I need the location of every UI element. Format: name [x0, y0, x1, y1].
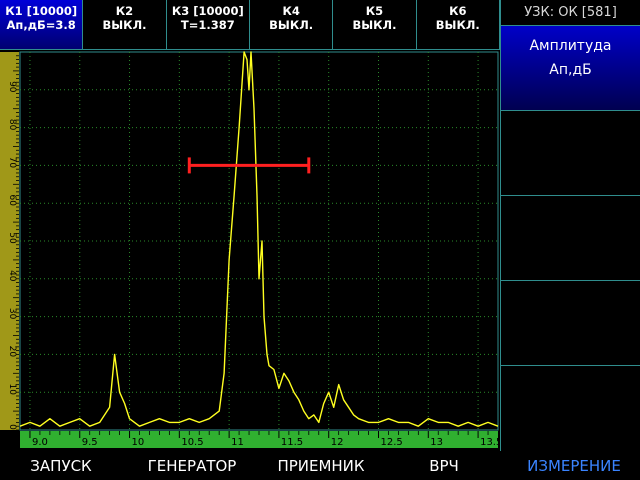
y-tick-label: 90: [7, 81, 17, 93]
x-tick-label: 11.5: [281, 437, 303, 448]
y-tick-label: 0: [7, 424, 17, 430]
param-unit: Ап,дБ: [549, 62, 592, 78]
menu-receiver[interactable]: ПРИЕМНИК: [262, 452, 380, 480]
channel-name: К2: [115, 4, 134, 18]
y-tick-label: 60: [7, 194, 17, 206]
y-tick-label: 80: [7, 119, 17, 131]
channel-value: ВЫКЛ.: [352, 18, 397, 32]
channel-tab-k2[interactable]: К2 ВЫКЛ.: [83, 0, 167, 49]
channel-value: T=1.387: [180, 18, 235, 32]
y-tick-label: 20: [7, 346, 17, 358]
channel-value: ВЫКЛ.: [435, 18, 480, 32]
channel-value: ВЫКЛ.: [102, 18, 147, 32]
channel-name: К1 [10000]: [5, 4, 78, 18]
channel-tabs: К1 [10000] Ап,дБ=3.8 К2 ВЫКЛ. К3 [10000] T=…: [0, 0, 500, 50]
channel-tab-k5[interactable]: К5 ВЫКЛ.: [333, 0, 417, 49]
x-tick-label: 13: [430, 437, 443, 448]
y-tick-label: 10: [7, 383, 17, 395]
right-panel: УЗК: ОК [581] Амплитуда Ап,дБ: [500, 0, 640, 451]
ultrasound-status: УЗК: ОК [581]: [501, 0, 640, 26]
bottom-menu: ЗАПУСК ГЕНЕРАТОР ПРИЕМНИК ВРЧ ИЗМЕРЕНИЕ: [0, 452, 640, 480]
y-tick-label: 70: [7, 157, 17, 169]
param-title: Амплитуда: [529, 38, 612, 54]
y-tick-label: 30: [7, 308, 17, 320]
x-tick-label: 12.5: [381, 437, 403, 448]
menu-start[interactable]: ЗАПУСК: [0, 452, 122, 480]
channel-tab-k6[interactable]: К6 ВЫКЛ.: [417, 0, 500, 49]
channel-value: ВЫКЛ.: [269, 18, 314, 32]
panel-slot-4[interactable]: [501, 281, 640, 366]
y-tick-label: 50: [7, 232, 17, 244]
x-tick-label: 12: [331, 437, 344, 448]
amplitude-param-button[interactable]: Амплитуда Ап,дБ: [501, 26, 640, 111]
channel-name: К6: [449, 4, 467, 18]
channel-tab-k1[interactable]: К1 [10000] Ап,дБ=3.8: [0, 0, 84, 49]
menu-tcg[interactable]: ВРЧ: [380, 452, 508, 480]
a-scan-svg: 0 10 20 30 40 50 60 70 80 90 9.0 9.5 10 10.5 11 11.5 12 1…: [0, 51, 500, 448]
panel-slot-3[interactable]: [501, 196, 640, 281]
x-tick-label: 9.5: [82, 437, 98, 448]
channel-name: К5: [365, 4, 384, 18]
channel-name: К4: [282, 4, 300, 18]
channel-value: Ап,дБ=3.8: [6, 18, 76, 32]
a-scan-plot[interactable]: 0 10 20 30 40 50 60 70 80 90 9.0 9.5 10 10.5 11 11.5 12 1…: [0, 50, 500, 451]
menu-measurement[interactable]: ИЗМЕРЕНИЕ: [508, 452, 640, 480]
channel-tab-k3[interactable]: К3 [10000] T=1.387: [167, 0, 250, 49]
x-tick-label: 10: [132, 437, 145, 448]
x-tick-label: 11: [231, 437, 244, 448]
y-tick-label: 40: [7, 270, 17, 282]
plot-frame: [19, 51, 499, 431]
x-tick-label: 13.5: [480, 437, 500, 448]
x-tick-label: 9.0: [32, 437, 48, 448]
panel-slot-2[interactable]: [501, 111, 640, 196]
menu-generator[interactable]: ГЕНЕРАТОР: [122, 452, 262, 480]
channel-name: К3 [10000]: [171, 4, 244, 18]
x-tick-label: 10.5: [181, 437, 203, 448]
channel-tab-k4[interactable]: К4 ВЫКЛ.: [250, 0, 334, 49]
flaw-detector-screen: К1 [10000] Ап,дБ=3.8 К2 ВЫКЛ. К3 [10000] T=…: [0, 0, 640, 480]
